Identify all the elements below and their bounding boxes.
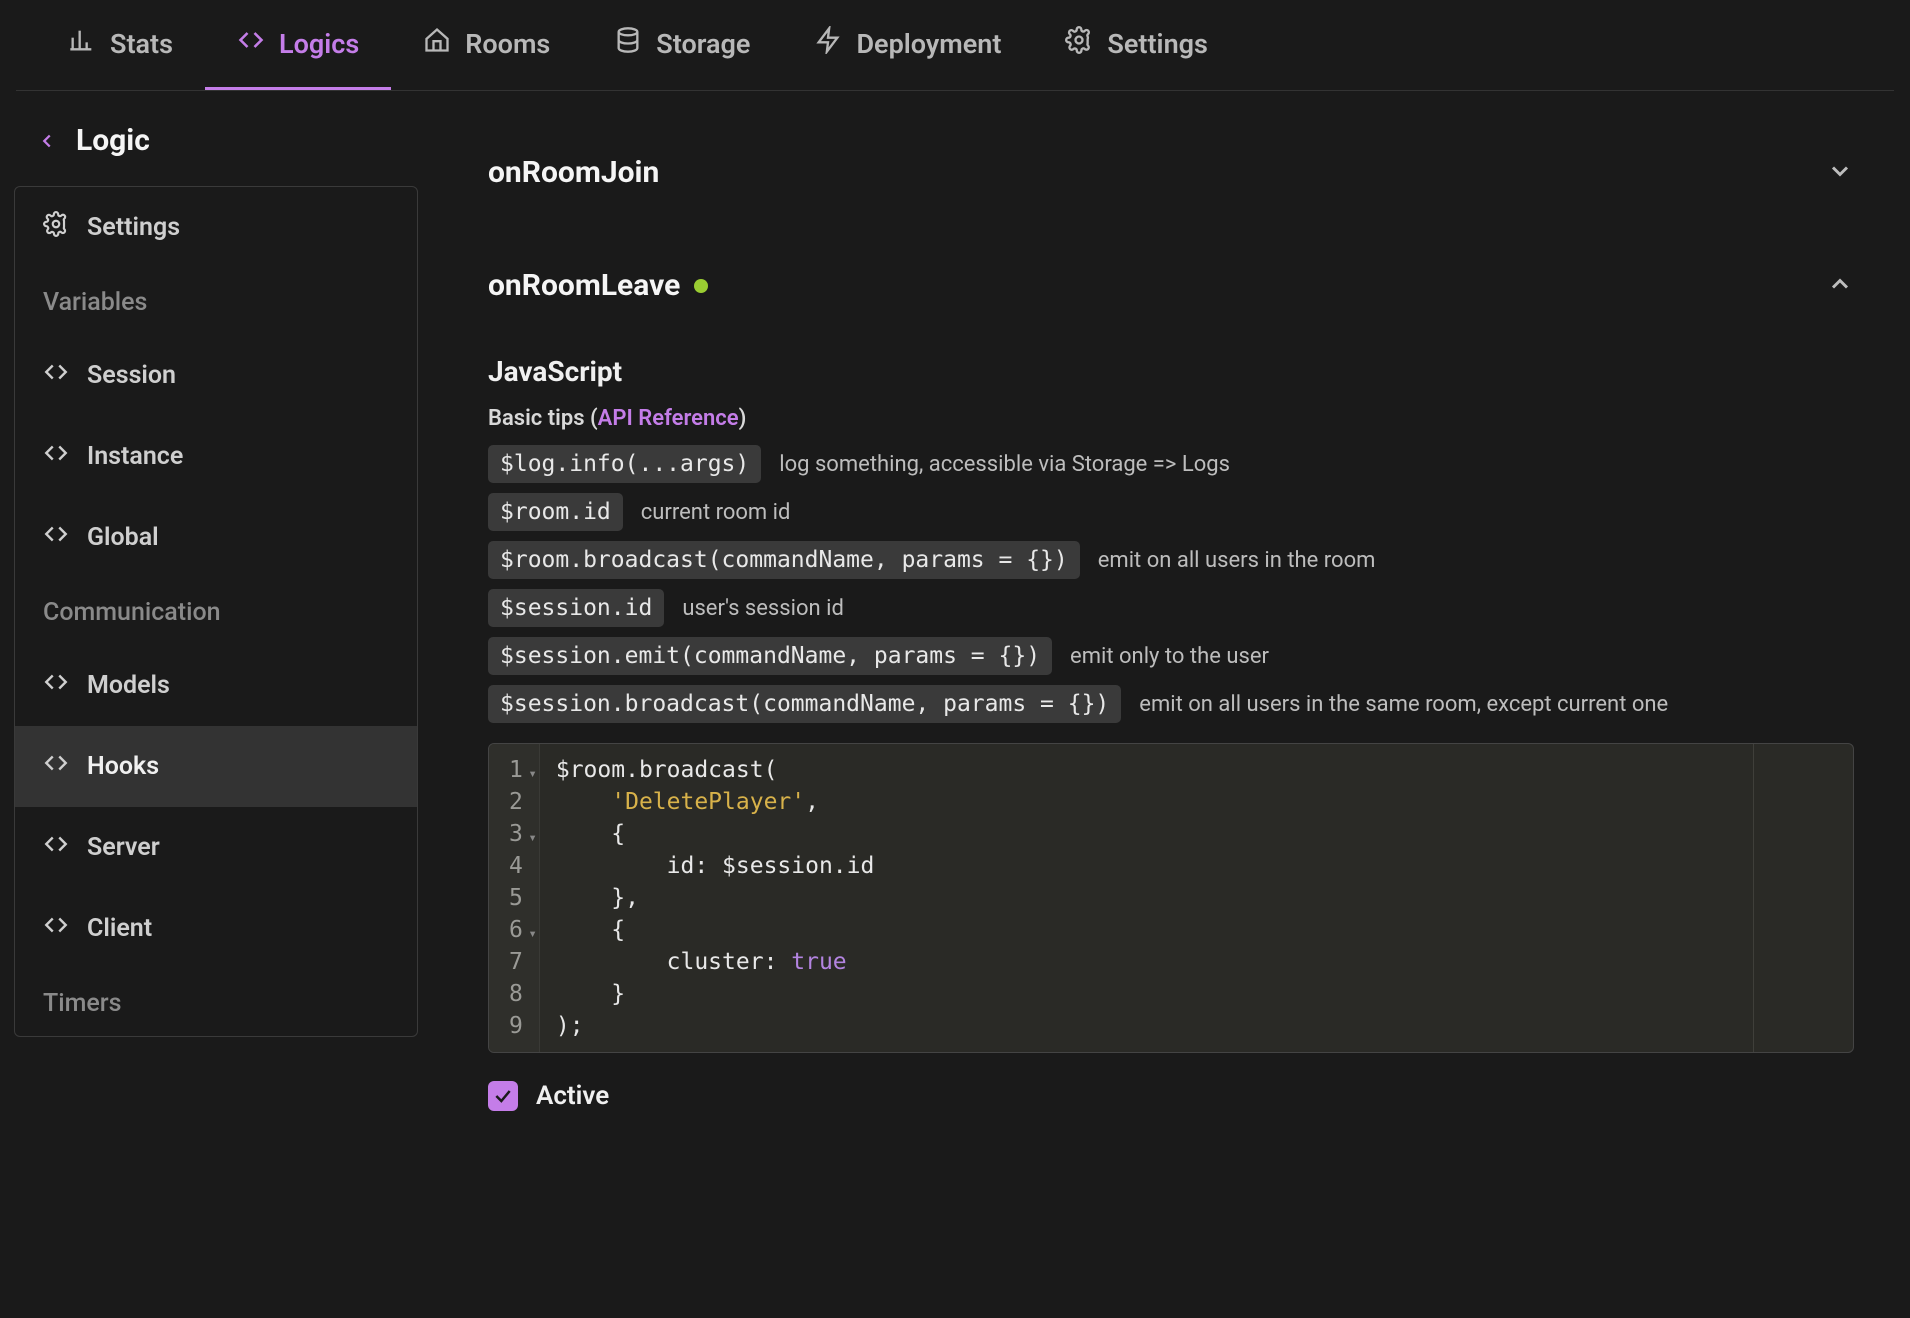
- database-icon: [614, 26, 642, 61]
- tab-rooms[interactable]: Rooms: [391, 0, 582, 90]
- tab-label: Deployment: [856, 28, 1001, 60]
- sidebar-item-label: Global: [87, 523, 159, 552]
- sidebar-item-label: Server: [87, 833, 160, 862]
- tab-stats[interactable]: Stats: [36, 0, 205, 90]
- tip-row: $session.emit(commandName, params = {}) e…: [488, 637, 1854, 675]
- tip-desc: emit only to the user: [1070, 644, 1269, 669]
- tab-label: Storage: [656, 28, 750, 60]
- active-checkbox[interactable]: [488, 1081, 518, 1111]
- chevron-up-icon[interactable]: [1826, 270, 1854, 302]
- code-icon: [237, 26, 265, 61]
- hook-row-onroomleave[interactable]: onRoomLeave: [488, 244, 1854, 327]
- code-icon: [43, 831, 69, 864]
- code-icon: [43, 669, 69, 702]
- editor-code[interactable]: $room.broadcast( 'DeletePlayer', { id: $…: [540, 744, 891, 1052]
- bolt-icon: [814, 26, 842, 61]
- sidebar-item-models[interactable]: Models: [15, 645, 417, 726]
- sidebar-item-instance[interactable]: Instance: [15, 416, 417, 497]
- gear-icon: [43, 211, 69, 244]
- code-icon: [43, 440, 69, 473]
- sidebar-section-variables: Variables: [15, 268, 417, 335]
- editor-scrollbar[interactable]: [1753, 744, 1853, 1052]
- tab-logics[interactable]: Logics: [205, 0, 391, 90]
- sidebar-item-server[interactable]: Server: [15, 807, 417, 888]
- code-pill: $room.broadcast(commandName, params = {}…: [488, 541, 1080, 579]
- tab-label: Logics: [279, 28, 359, 60]
- sidebar-item-client[interactable]: Client: [15, 888, 417, 969]
- tip-row: $session.broadcast(commandName, params =…: [488, 685, 1854, 723]
- gear-icon: [1065, 26, 1093, 61]
- active-dot-icon: [694, 279, 708, 293]
- active-row: Active: [488, 1081, 1854, 1131]
- tab-deployment[interactable]: Deployment: [782, 0, 1033, 90]
- tip-row: $log.info(...args) log something, accessi…: [488, 445, 1854, 483]
- sidebar-section-communication: Communication: [15, 578, 417, 645]
- sidebar-item-label: Hooks: [87, 752, 159, 781]
- tips-intro: Basic tips (API Reference): [488, 406, 1854, 431]
- code-icon: [43, 750, 69, 783]
- tab-storage[interactable]: Storage: [582, 0, 782, 90]
- code-pill: $room.id: [488, 493, 623, 531]
- sidebar-item-global[interactable]: Global: [15, 497, 417, 578]
- home-icon: [423, 26, 451, 61]
- sidebar-item-label: Models: [87, 671, 170, 700]
- sidebar-item-label: Instance: [87, 442, 183, 471]
- sidebar-item-label: Session: [87, 361, 176, 390]
- code-pill: $log.info(...args): [488, 445, 761, 483]
- code-icon: [43, 912, 69, 945]
- sidebar-item-label: Client: [87, 914, 152, 943]
- tip-row: $session.id user's session id: [488, 589, 1854, 627]
- hook-title: onRoomJoin: [488, 155, 659, 190]
- sidebar-item-label: Settings: [87, 213, 180, 242]
- tab-label: Stats: [110, 28, 173, 60]
- bar-chart-icon: [68, 26, 96, 61]
- code-pill: $session.broadcast(commandName, params =…: [488, 685, 1121, 723]
- sidebar-item-session[interactable]: Session: [15, 335, 417, 416]
- sidebar: Settings Variables Session Instance Glob…: [14, 186, 418, 1037]
- chevron-down-icon[interactable]: [1826, 157, 1854, 189]
- tip-desc: user's session id: [682, 596, 844, 621]
- tip-desc: emit on all users in the same room, exce…: [1139, 692, 1668, 717]
- sidebar-item-hooks[interactable]: Hooks: [15, 726, 417, 807]
- top-nav: Stats Logics Rooms Storage Deployment Se…: [16, 0, 1894, 91]
- editor-gutter: 123456789: [489, 744, 540, 1052]
- active-label: Active: [536, 1081, 609, 1111]
- tip-desc: current room id: [641, 500, 791, 525]
- api-reference-link[interactable]: API Reference: [598, 406, 739, 431]
- tab-label: Settings: [1107, 28, 1208, 60]
- code-icon: [43, 521, 69, 554]
- sidebar-section-timers: Timers: [15, 969, 417, 1036]
- hook-title: onRoomLeave: [488, 268, 708, 303]
- code-editor[interactable]: 123456789 $room.broadcast( 'DeletePlayer…: [488, 743, 1854, 1053]
- tip-row: $room.broadcast(commandName, params = {}…: [488, 541, 1854, 579]
- content-area: onRoomJoin onRoomLeave JavaScript Basic …: [432, 91, 1910, 1317]
- code-pill: $session.emit(commandName, params = {}): [488, 637, 1052, 675]
- back-button[interactable]: [36, 130, 58, 152]
- tab-label: Rooms: [465, 28, 550, 60]
- tip-row: $room.id current room id: [488, 493, 1854, 531]
- language-label: JavaScript: [488, 355, 1854, 388]
- tip-desc: emit on all users in the room: [1098, 548, 1376, 573]
- sidebar-item-settings[interactable]: Settings: [15, 187, 417, 268]
- tip-desc: log something, accessible via Storage =>…: [779, 452, 1230, 477]
- hook-row-onroomjoin[interactable]: onRoomJoin: [488, 131, 1854, 214]
- code-icon: [43, 359, 69, 392]
- page-title: Logic: [76, 123, 150, 158]
- breadcrumb: Logic: [0, 91, 432, 186]
- tab-settings[interactable]: Settings: [1033, 0, 1240, 90]
- code-pill: $session.id: [488, 589, 664, 627]
